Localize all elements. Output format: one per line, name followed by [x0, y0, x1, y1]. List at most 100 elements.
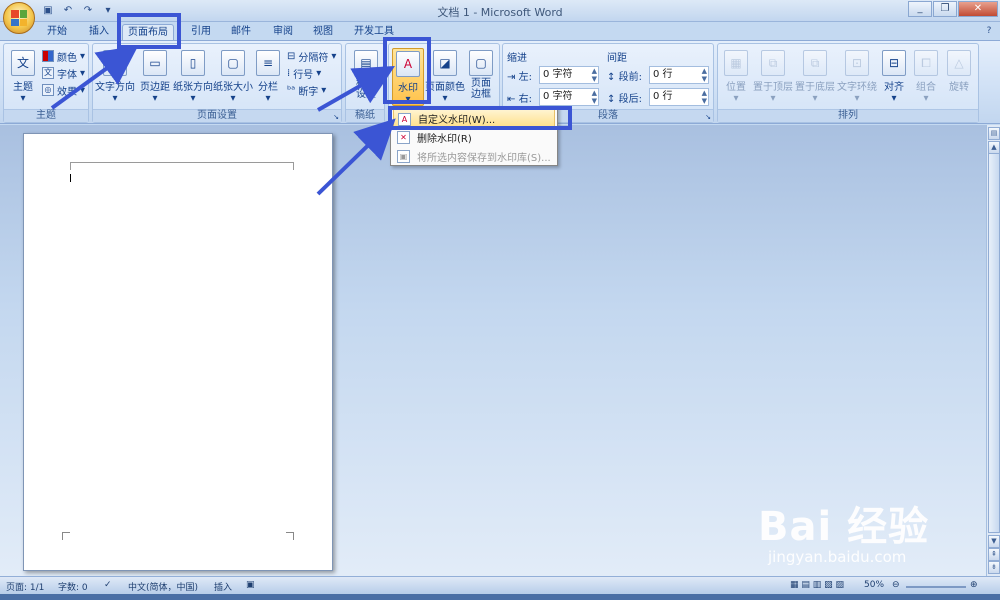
spacing-before-icon: ↕ — [607, 72, 616, 83]
previous-page-icon[interactable]: ⇞ — [988, 548, 1000, 561]
custom-watermark-item[interactable]: A 自定义水印(W)... — [393, 109, 555, 128]
rotate-button[interactable]: △ 旋转 — [942, 48, 976, 106]
size-button[interactable]: ▢ 纸张大小 ▾ — [213, 48, 253, 106]
scroll-thumb[interactable] — [988, 153, 1000, 533]
tab-mailings[interactable]: 邮件 — [224, 24, 258, 40]
margins-button[interactable]: ▭ 页边距 ▾ — [137, 48, 173, 106]
zoom-out-icon[interactable]: ⊖ — [892, 580, 900, 590]
page-count[interactable]: 页面: 1/1 — [6, 580, 44, 593]
spinner-icon[interactable]: ▲ ▼ — [702, 67, 707, 83]
chevron-down-icon: ▾ — [265, 93, 271, 104]
breaks-label: 分隔符 — [298, 52, 329, 64]
watermark-button[interactable]: A 水印 ▾ — [392, 48, 424, 106]
chevron-down-icon: ▾ — [770, 93, 776, 104]
corner-mark — [62, 532, 70, 540]
chevron-down-icon: ▾ — [230, 93, 236, 104]
theme-fonts-button[interactable]: 文 字体 ▾ — [42, 65, 85, 81]
spinner-icon[interactable]: ▲ ▼ — [592, 89, 597, 105]
remove-watermark-label: 删除水印(R) — [417, 134, 472, 145]
themes-button[interactable]: 文 主题 ▾ — [6, 48, 40, 106]
text-direction-icon: ‖ — [103, 50, 127, 76]
manuscript-setup-label: 稿纸 设置 — [356, 78, 376, 100]
restore-button[interactable]: ❐ — [933, 1, 957, 17]
macro-record-icon[interactable]: ▣ — [246, 580, 255, 590]
zoom-in-icon[interactable]: ⊕ — [970, 580, 978, 590]
bring-front-button[interactable]: ⧉ 置于顶层 ▾ — [752, 48, 794, 106]
watermark-label: 水印 — [398, 83, 418, 94]
orientation-button[interactable]: ▯ 纸张方向 ▾ — [173, 48, 213, 106]
zoom-level[interactable]: 50% — [864, 580, 884, 590]
theme-colors-label: 颜色 — [57, 52, 77, 64]
help-icon[interactable]: ? — [982, 24, 996, 38]
tab-view[interactable]: 视图 — [306, 24, 340, 40]
hyphenation-label: 断字 — [298, 86, 319, 98]
spinner-icon[interactable]: ▲ ▼ — [592, 67, 597, 83]
arrange-group-label: 排列 — [718, 109, 978, 122]
align-label: 对齐 — [884, 82, 904, 93]
chevron-down-icon: ▾ — [891, 93, 897, 104]
dialog-launcher-icon[interactable]: ↘ — [333, 113, 339, 121]
indent-right-value: 0 字符 — [543, 91, 573, 102]
indent-right-text: 右: — [518, 94, 532, 105]
zoom-slider[interactable] — [906, 586, 966, 588]
tab-review[interactable]: 审阅 — [266, 24, 300, 40]
vertical-scrollbar[interactable]: ▤ ▲ ▼ ⇞ ⇟ — [986, 125, 1000, 576]
word-count[interactable]: 字数: 0 — [58, 580, 88, 593]
chevron-down-icon: ▾ — [190, 93, 196, 104]
page-color-label: 页面颜色 — [425, 82, 465, 93]
spacing-before-label: ↕ 段前: — [607, 68, 642, 83]
chevron-down-icon: ▾ — [152, 93, 158, 104]
page-borders-button[interactable]: ▢ 页面 边框 — [465, 48, 497, 106]
theme-effects-button[interactable]: ◎ 效果 ▾ — [42, 82, 85, 98]
position-button[interactable]: ▦ 位置 ▾ — [720, 48, 752, 106]
spinner-icon[interactable]: ▲ ▼ — [702, 89, 707, 105]
ruler-toggle-icon[interactable]: ▤ — [988, 127, 1000, 140]
page-color-button[interactable]: ◪ 页面颜色 ▾ — [425, 48, 465, 106]
manuscript-setup-button[interactable]: ▤ 稿纸 设置 — [348, 48, 384, 106]
insert-mode[interactable]: 插入 — [214, 580, 232, 593]
theme-colors-button[interactable]: 颜色 ▾ — [42, 48, 85, 64]
indent-left-label: ⇥ 左: — [507, 68, 532, 83]
text-wrap-button[interactable]: ⊡ 文字环绕 ▾ — [836, 48, 878, 106]
dialog-launcher-icon[interactable]: ↘ — [705, 113, 711, 121]
tab-developer[interactable]: 开发工具 — [350, 24, 398, 40]
next-page-icon[interactable]: ⇟ — [988, 561, 1000, 574]
save-to-gallery-item[interactable]: ▣ 将所选内容保存到水印库(S)... — [393, 147, 555, 166]
columns-button[interactable]: ≡ 分栏 ▾ — [253, 48, 283, 106]
theme-group: 文 主题 ▾ 颜色 ▾ 文 字体 ▾ ◎ 效果 ▾ 主题 — [3, 43, 89, 123]
tab-page-layout[interactable]: 页面布局 — [122, 24, 174, 40]
indent-right-input[interactable]: 0 字符 ▲ ▼ — [539, 88, 599, 106]
indent-left-icon: ⇥ — [507, 72, 516, 83]
custom-watermark-icon: A — [398, 113, 411, 126]
text-wrap-icon: ⊡ — [845, 50, 869, 76]
spacing-before-text: 段前: — [618, 72, 642, 83]
document-page[interactable] — [23, 133, 333, 571]
align-button[interactable]: ⊟ 对齐 ▾ — [878, 48, 910, 106]
language-indicator[interactable]: 中文(简体，中国) — [128, 580, 198, 593]
text-direction-button[interactable]: ‖ 文字方向 ▾ — [95, 48, 135, 106]
remove-watermark-item[interactable]: ✕ 删除水印(R) — [393, 128, 555, 147]
proofing-icon[interactable]: ✓ — [104, 580, 112, 590]
indent-left-input[interactable]: 0 字符 ▲ ▼ — [539, 66, 599, 84]
tab-insert[interactable]: 插入 — [82, 24, 116, 40]
send-back-button[interactable]: ⧉ 置于底层 ▾ — [794, 48, 836, 106]
hyphenation-button[interactable]: ᵇᵃ 断字 ▾ — [287, 82, 326, 98]
tab-home[interactable]: 开始 — [40, 24, 74, 40]
group-objects-button[interactable]: ⧠ 组合 ▾ — [910, 48, 942, 106]
spacing-before-input[interactable]: 0 行 ▲ ▼ — [649, 66, 709, 84]
view-buttons[interactable]: ▦ ▤ ▥ ▧ ▨ — [790, 580, 844, 590]
tab-references[interactable]: 引用 — [184, 24, 218, 40]
close-button[interactable]: ✕ — [958, 1, 998, 17]
margins-icon: ▭ — [143, 50, 167, 76]
margins-label: 页边距 — [140, 82, 170, 93]
orientation-label: 纸张方向 — [173, 82, 213, 93]
header-margin-guide — [70, 162, 294, 170]
office-button[interactable] — [3, 2, 35, 34]
spacing-after-input[interactable]: 0 行 ▲ ▼ — [649, 88, 709, 106]
line-numbers-button[interactable]: ⁞ 行号 ▾ — [287, 65, 321, 81]
minimize-button[interactable]: _ — [908, 1, 932, 17]
send-back-icon: ⧉ — [803, 50, 827, 76]
breaks-button[interactable]: ⊟ 分隔符 ▾ — [287, 48, 336, 64]
site-watermark-logo: Bai 经验 — [758, 504, 930, 550]
scroll-down-icon[interactable]: ▼ — [988, 535, 1000, 548]
